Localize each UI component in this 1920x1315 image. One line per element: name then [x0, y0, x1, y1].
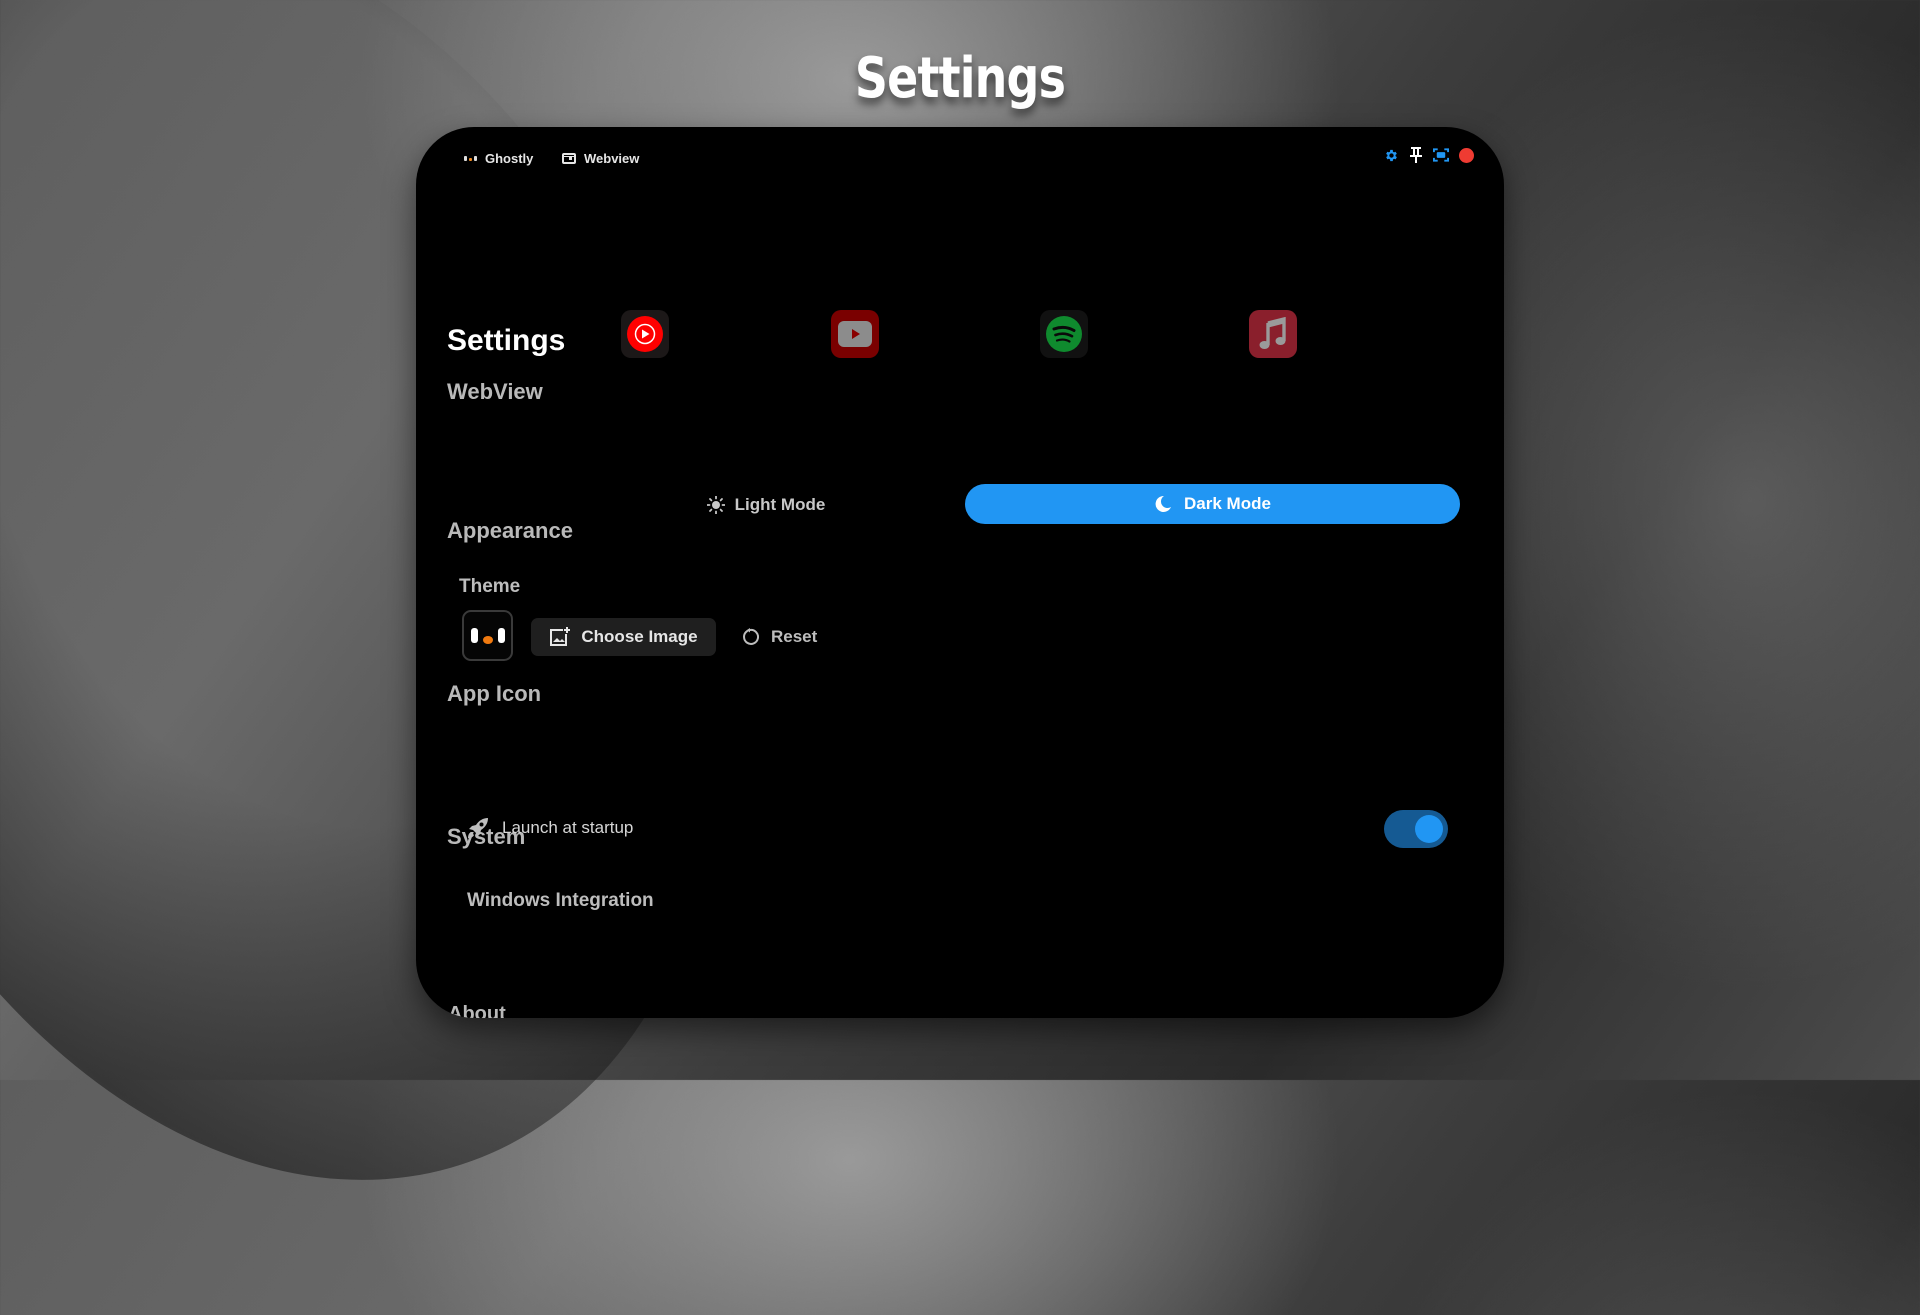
close-button[interactable]: [1458, 147, 1474, 163]
moon-icon: [1155, 495, 1172, 512]
dark-mode-button[interactable]: Dark Mode: [965, 484, 1460, 524]
spotify-icon: [1046, 316, 1082, 352]
section-webview-title: WebView: [447, 379, 543, 404]
capture-button[interactable]: [1433, 147, 1449, 163]
capture-frame-icon: [1433, 148, 1449, 162]
settings-heading: Settings: [447, 324, 566, 357]
section-app-icon-title: App Icon: [447, 681, 542, 706]
gear-icon: [1385, 149, 1397, 161]
add-image-icon: [550, 627, 571, 646]
settings-button[interactable]: [1383, 147, 1399, 163]
tab-ghostly-label: Ghostly: [485, 150, 534, 166]
page-caption-title: Settings: [854, 46, 1066, 111]
launch-at-startup-row: Launch at startup: [466, 816, 633, 840]
choose-image-button[interactable]: Choose Image: [531, 618, 716, 656]
section-about-title: About: [448, 1003, 506, 1018]
pin-icon: [1410, 147, 1422, 163]
launch-at-startup-label: Launch at startup: [502, 818, 634, 837]
service-youtube[interactable]: [831, 310, 879, 358]
app-icon-preview: [462, 610, 513, 661]
light-mode-button[interactable]: Light Mode: [626, 485, 906, 525]
webview-window-icon: [562, 152, 576, 164]
light-mode-label: Light Mode: [734, 495, 826, 514]
rocket-icon: [468, 818, 488, 838]
windows-integration-label: Windows Integration: [467, 890, 654, 911]
tab-webview[interactable]: Webview: [562, 149, 639, 167]
tab-webview-label: Webview: [584, 150, 640, 166]
reset-icon: [743, 628, 759, 645]
youtube-icon: [838, 321, 872, 347]
choose-image-label: Choose Image: [581, 627, 698, 646]
window-controls: [1383, 147, 1474, 163]
ghostly-logo-icon: [464, 155, 477, 161]
reset-icon-button[interactable]: Reset: [741, 618, 817, 656]
close-dot-icon: [1458, 147, 1474, 163]
service-spotify[interactable]: [1040, 310, 1088, 358]
tab-ghostly[interactable]: Ghostly: [464, 149, 533, 167]
app-window: Ghostly Webview Settings WebView Appeara…: [416, 127, 1504, 1018]
apple-music-icon: [1259, 317, 1286, 349]
youtube-music-icon: [627, 316, 663, 352]
service-youtube-music[interactable]: [621, 310, 669, 358]
service-apple-music[interactable]: [1249, 310, 1297, 358]
reset-label: Reset: [771, 627, 818, 646]
theme-label: Theme: [459, 576, 521, 597]
launch-at-startup-toggle[interactable]: [1384, 810, 1448, 848]
sun-icon: [706, 496, 725, 514]
section-appearance-title: Appearance: [447, 518, 573, 543]
toggle-knob: [1415, 815, 1443, 843]
pin-button[interactable]: [1408, 147, 1424, 163]
title-bar[interactable]: Ghostly Webview: [416, 127, 1504, 187]
dark-mode-label: Dark Mode: [1184, 494, 1271, 513]
